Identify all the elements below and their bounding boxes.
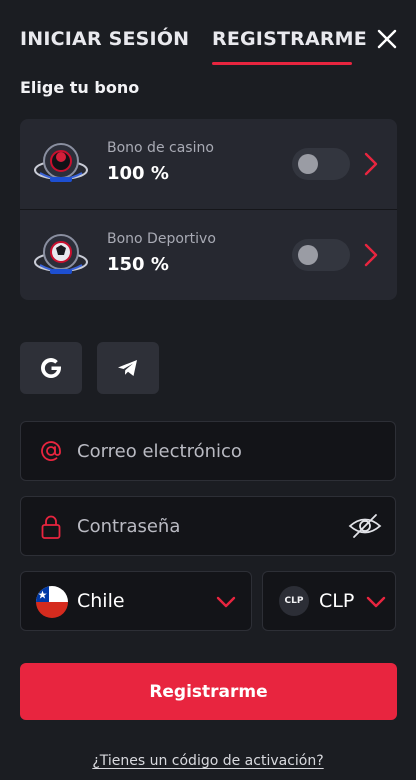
auth-tabs: INICIAR SESIÓN REGISTRARME (20, 28, 400, 68)
password-field (20, 496, 396, 556)
toggle-knob (298, 245, 318, 265)
email-input[interactable] (77, 422, 337, 480)
toggle-knob (298, 154, 318, 174)
activation-code-link-row: ¿Tienes un código de activación? (0, 753, 416, 769)
chevron-right-icon[interactable] (362, 151, 380, 177)
register-button[interactable]: Registrarme (20, 663, 397, 720)
bonus-toggle-sports[interactable] (292, 239, 350, 271)
google-icon (41, 358, 61, 378)
currency-select[interactable]: CLP CLP (262, 571, 396, 631)
country-select[interactable]: Chile (20, 571, 252, 631)
chile-flag-icon (36, 586, 68, 618)
tab-login[interactable]: INICIAR SESIÓN (20, 28, 189, 50)
at-icon (41, 441, 61, 461)
telegram-signup-button[interactable] (97, 342, 159, 394)
telegram-icon (118, 360, 137, 376)
chevron-down-icon (366, 596, 386, 608)
bonus-section-title: Elige tu bono (20, 78, 140, 97)
bonus-name: Bono de casino (107, 140, 214, 156)
bonus-item-sports[interactable]: Bono Deportivo 150 % (20, 210, 397, 300)
bonus-item-casino[interactable]: Bono de casino 100 % (20, 119, 397, 209)
lock-icon (41, 515, 61, 539)
google-signup-button[interactable] (20, 342, 82, 394)
active-tab-indicator (212, 62, 352, 65)
currency-value: CLP (319, 590, 355, 612)
bonus-list: Bono de casino 100 % Bono Deportivo 150 … (20, 119, 397, 300)
country-value: Chile (77, 590, 125, 612)
bonus-name: Bono Deportivo (107, 231, 216, 247)
casino-bonus-logo (34, 143, 88, 182)
close-button[interactable] (374, 26, 400, 52)
password-input[interactable] (77, 497, 337, 555)
bonus-value: 100 % (107, 163, 169, 184)
chevron-right-icon[interactable] (362, 242, 380, 268)
bonus-value: 150 % (107, 254, 169, 275)
close-icon (377, 29, 397, 49)
activation-code-link[interactable]: ¿Tienes un código de activación? (92, 753, 323, 769)
sports-bonus-logo (34, 234, 88, 274)
tab-register[interactable]: REGISTRARME (212, 28, 367, 50)
currency-badge: CLP (279, 586, 309, 616)
email-field (20, 421, 396, 481)
bonus-toggle-casino[interactable] (292, 148, 350, 180)
chevron-down-icon (216, 596, 236, 608)
eye-off-icon[interactable] (347, 512, 383, 540)
